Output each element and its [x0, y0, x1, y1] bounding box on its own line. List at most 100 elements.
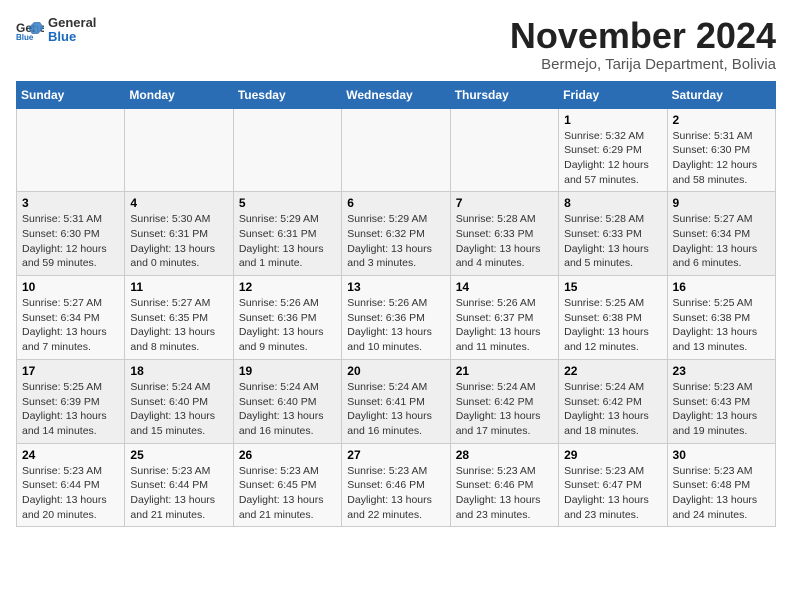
day-info: Sunrise: 5:24 AMSunset: 6:40 PMDaylight:…: [239, 380, 336, 439]
calendar-cell: 5Sunrise: 5:29 AMSunset: 6:31 PMDaylight…: [233, 192, 341, 276]
day-number: 2: [673, 113, 770, 127]
day-info: Sunrise: 5:27 AMSunset: 6:34 PMDaylight:…: [673, 212, 770, 271]
calendar-week-row: 17 Sunrise: 5:25 AMSunset: 6:39 PMDayligh…: [17, 359, 776, 443]
day-number: 17: [22, 364, 119, 378]
calendar-cell: 6 Sunrise: 5:29 AMSunset: 6:32 PMDaylight…: [342, 192, 450, 276]
day-info: Sunrise: 5:29 AMSunset: 6:32 PMDaylight:…: [347, 212, 444, 271]
day-info: Sunrise: 5:26 AMSunset: 6:36 PMDaylight:…: [347, 296, 444, 355]
day-info: Sunrise: 5:23 AMSunset: 6:46 PMDaylight:…: [347, 464, 444, 523]
day-number: 7: [456, 196, 553, 210]
calendar-cell: 2 Sunrise: 5:31 AMSunset: 6:30 PMDaylight…: [667, 108, 775, 192]
day-number: 9: [673, 196, 770, 210]
calendar-cell: 17 Sunrise: 5:25 AMSunset: 6:39 PMDayligh…: [17, 359, 125, 443]
calendar-cell: 24 Sunrise: 5:23 AMSunset: 6:44 PMDayligh…: [17, 443, 125, 527]
calendar-cell: 14Sunrise: 5:26 AMSunset: 6:37 PMDayligh…: [450, 276, 558, 360]
logo-text-general: General: [48, 16, 96, 30]
day-info: Sunrise: 5:31 AMSunset: 6:30 PMDaylight:…: [673, 129, 770, 188]
calendar-cell: [450, 108, 558, 192]
day-info: Sunrise: 5:24 AMSunset: 6:42 PMDaylight:…: [456, 380, 553, 439]
day-info: Sunrise: 5:27 AMSunset: 6:35 PMDaylight:…: [130, 296, 227, 355]
logo-icon: General Blue: [16, 20, 44, 40]
calendar-table: SundayMondayTuesdayWednesdayThursdayFrid…: [16, 81, 776, 528]
day-info: Sunrise: 5:30 AMSunset: 6:31 PMDaylight:…: [130, 212, 227, 271]
day-number: 18: [130, 364, 227, 378]
calendar-cell: 12 Sunrise: 5:26 AMSunset: 6:36 PMDayligh…: [233, 276, 341, 360]
location: Bermejo, Tarija Department, Bolivia: [510, 56, 776, 73]
day-number: 29: [564, 448, 661, 462]
calendar-cell: 19Sunrise: 5:24 AMSunset: 6:40 PMDayligh…: [233, 359, 341, 443]
day-number: 3: [22, 196, 119, 210]
weekday-header-wednesday: Wednesday: [342, 81, 450, 108]
calendar-cell: [233, 108, 341, 192]
day-number: 6: [347, 196, 444, 210]
day-number: 30: [673, 448, 770, 462]
calendar-header: SundayMondayTuesdayWednesdayThursdayFrid…: [17, 81, 776, 108]
day-info: Sunrise: 5:25 AMSunset: 6:39 PMDaylight:…: [22, 380, 119, 439]
title-area: November 2024 Bermejo, Tarija Department…: [510, 16, 776, 73]
day-info: Sunrise: 5:23 AMSunset: 6:47 PMDaylight:…: [564, 464, 661, 523]
calendar-cell: 1Sunrise: 5:32 AMSunset: 6:29 PMDaylight…: [559, 108, 667, 192]
calendar-cell: 18 Sunrise: 5:24 AMSunset: 6:40 PMDayligh…: [125, 359, 233, 443]
day-number: 11: [130, 280, 227, 294]
day-info: Sunrise: 5:24 AMSunset: 6:40 PMDaylight:…: [130, 380, 227, 439]
calendar-cell: 15Sunrise: 5:25 AMSunset: 6:38 PMDayligh…: [559, 276, 667, 360]
day-info: Sunrise: 5:23 AMSunset: 6:44 PMDaylight:…: [22, 464, 119, 523]
day-info: Sunrise: 5:24 AMSunset: 6:41 PMDaylight:…: [347, 380, 444, 439]
month-year: November 2024: [510, 16, 776, 56]
day-number: 12: [239, 280, 336, 294]
weekday-header-thursday: Thursday: [450, 81, 558, 108]
calendar-cell: [342, 108, 450, 192]
day-info: Sunrise: 5:26 AMSunset: 6:37 PMDaylight:…: [456, 296, 553, 355]
day-number: 24: [22, 448, 119, 462]
day-info: Sunrise: 5:24 AMSunset: 6:42 PMDaylight:…: [564, 380, 661, 439]
day-info: Sunrise: 5:28 AMSunset: 6:33 PMDaylight:…: [564, 212, 661, 271]
calendar-cell: 28Sunrise: 5:23 AMSunset: 6:46 PMDayligh…: [450, 443, 558, 527]
day-number: 20: [347, 364, 444, 378]
weekday-header-sunday: Sunday: [17, 81, 125, 108]
calendar-cell: 7 Sunrise: 5:28 AMSunset: 6:33 PMDaylight…: [450, 192, 558, 276]
day-info: Sunrise: 5:28 AMSunset: 6:33 PMDaylight:…: [456, 212, 553, 271]
weekday-header-friday: Friday: [559, 81, 667, 108]
calendar-cell: 30Sunrise: 5:23 AMSunset: 6:48 PMDayligh…: [667, 443, 775, 527]
day-info: Sunrise: 5:25 AMSunset: 6:38 PMDaylight:…: [564, 296, 661, 355]
calendar-cell: [17, 108, 125, 192]
page-header: General Blue General Blue November 2024 …: [16, 16, 776, 73]
day-number: 13: [347, 280, 444, 294]
weekday-header-saturday: Saturday: [667, 81, 775, 108]
calendar-week-row: 3 Sunrise: 5:31 AMSunset: 6:30 PMDaylight…: [17, 192, 776, 276]
calendar-cell: 4 Sunrise: 5:30 AMSunset: 6:31 PMDaylight…: [125, 192, 233, 276]
calendar-cell: 9 Sunrise: 5:27 AMSunset: 6:34 PMDaylight…: [667, 192, 775, 276]
logo-text-blue: Blue: [48, 30, 96, 44]
day-info: Sunrise: 5:26 AMSunset: 6:36 PMDaylight:…: [239, 296, 336, 355]
day-info: Sunrise: 5:29 AMSunset: 6:31 PMDaylight:…: [239, 212, 336, 271]
day-number: 10: [22, 280, 119, 294]
day-info: Sunrise: 5:31 AMSunset: 6:30 PMDaylight:…: [22, 212, 119, 271]
day-number: 1: [564, 113, 661, 127]
calendar-cell: [125, 108, 233, 192]
calendar-cell: 16Sunrise: 5:25 AMSunset: 6:38 PMDayligh…: [667, 276, 775, 360]
day-info: Sunrise: 5:23 AMSunset: 6:44 PMDaylight:…: [130, 464, 227, 523]
calendar-cell: 26Sunrise: 5:23 AMSunset: 6:45 PMDayligh…: [233, 443, 341, 527]
calendar-cell: 22Sunrise: 5:24 AMSunset: 6:42 PMDayligh…: [559, 359, 667, 443]
day-number: 27: [347, 448, 444, 462]
weekday-header-tuesday: Tuesday: [233, 81, 341, 108]
calendar-week-row: 24 Sunrise: 5:23 AMSunset: 6:44 PMDayligh…: [17, 443, 776, 527]
day-info: Sunrise: 5:23 AMSunset: 6:45 PMDaylight:…: [239, 464, 336, 523]
calendar-cell: 3 Sunrise: 5:31 AMSunset: 6:30 PMDaylight…: [17, 192, 125, 276]
calendar-cell: 10 Sunrise: 5:27 AMSunset: 6:34 PMDayligh…: [17, 276, 125, 360]
calendar-cell: 23Sunrise: 5:23 AMSunset: 6:43 PMDayligh…: [667, 359, 775, 443]
calendar-cell: 13 Sunrise: 5:26 AMSunset: 6:36 PMDayligh…: [342, 276, 450, 360]
svg-text:Blue: Blue: [16, 33, 34, 40]
day-number: 21: [456, 364, 553, 378]
calendar-cell: 8Sunrise: 5:28 AMSunset: 6:33 PMDaylight…: [559, 192, 667, 276]
calendar-cell: 21 Sunrise: 5:24 AMSunset: 6:42 PMDayligh…: [450, 359, 558, 443]
day-info: Sunrise: 5:27 AMSunset: 6:34 PMDaylight:…: [22, 296, 119, 355]
calendar-cell: 29 Sunrise: 5:23 AMSunset: 6:47 PMDayligh…: [559, 443, 667, 527]
weekday-header-row: SundayMondayTuesdayWednesdayThursdayFrid…: [17, 81, 776, 108]
calendar-cell: 25Sunrise: 5:23 AMSunset: 6:44 PMDayligh…: [125, 443, 233, 527]
calendar-week-row: 10 Sunrise: 5:27 AMSunset: 6:34 PMDayligh…: [17, 276, 776, 360]
calendar-cell: 27 Sunrise: 5:23 AMSunset: 6:46 PMDayligh…: [342, 443, 450, 527]
weekday-header-monday: Monday: [125, 81, 233, 108]
day-number: 23: [673, 364, 770, 378]
day-number: 4: [130, 196, 227, 210]
